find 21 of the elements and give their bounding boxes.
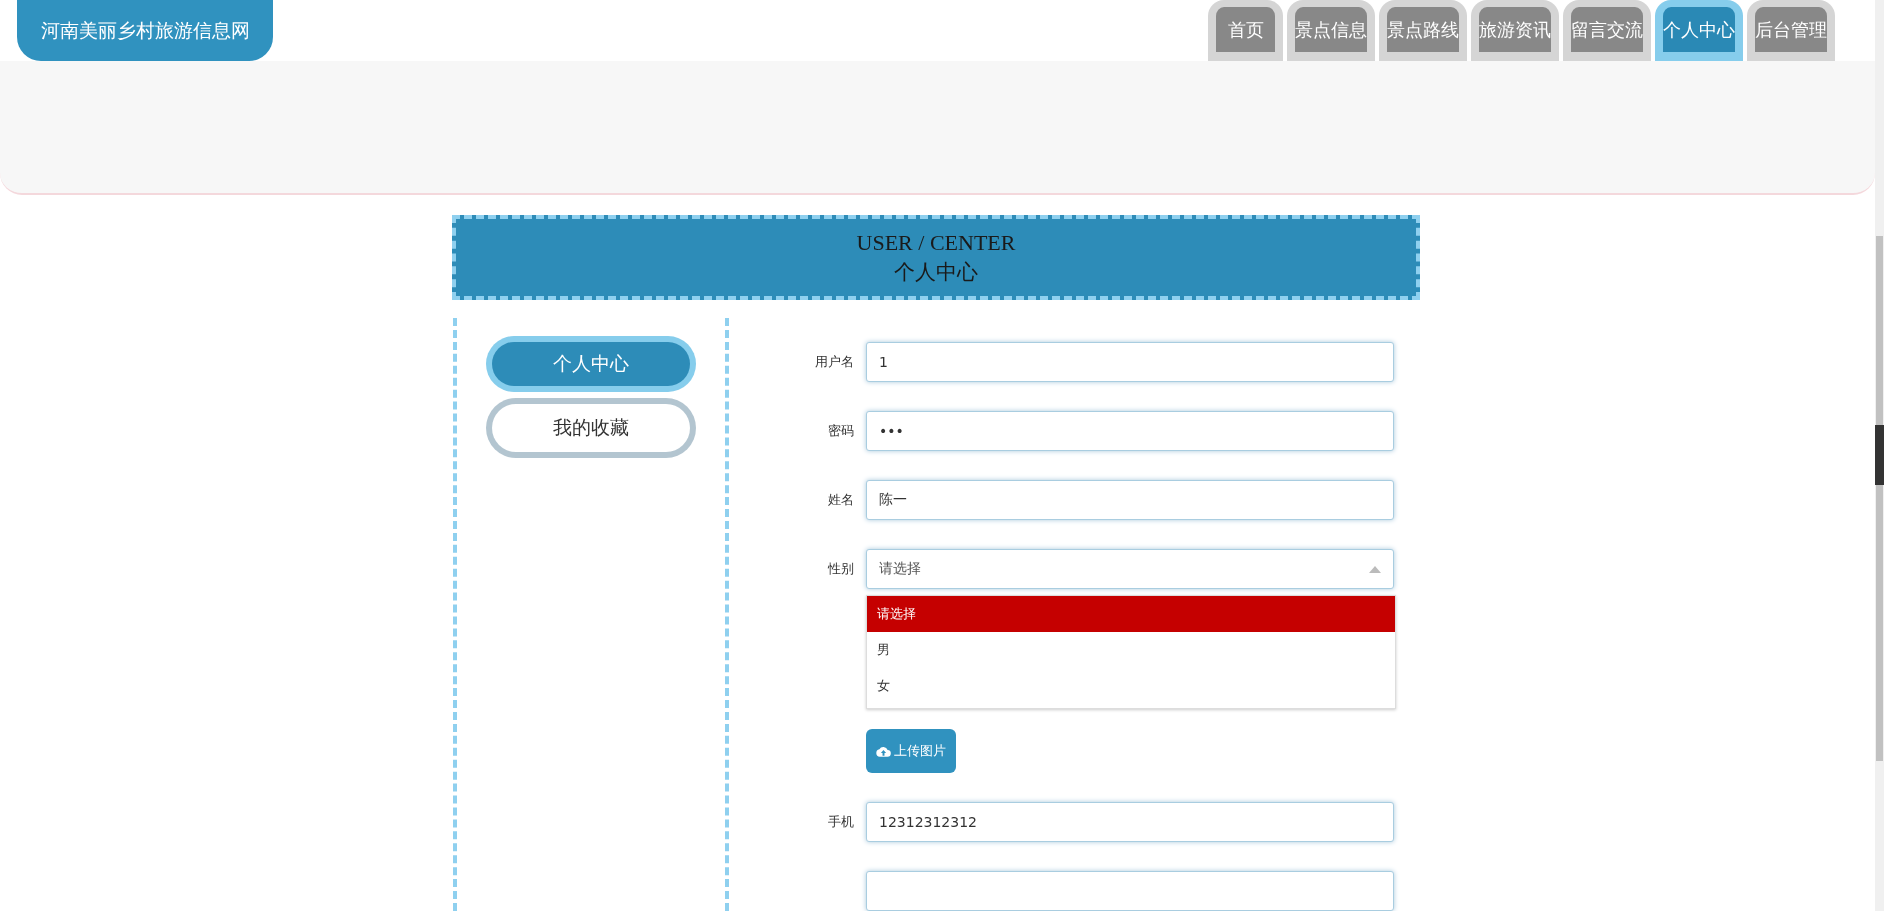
- banner-title: USER / CENTER: [856, 229, 1016, 256]
- input-field[interactable]: 12312312312: [866, 802, 1394, 842]
- field-label: 手机: [827, 813, 855, 831]
- input-field[interactable]: •••: [866, 411, 1394, 451]
- input-field[interactable]: 陈一: [866, 480, 1394, 520]
- select-field[interactable]: 请选择: [866, 549, 1394, 589]
- dropdown-option[interactable]: 男: [867, 632, 1395, 668]
- field-label: 性别: [827, 560, 855, 578]
- dropdown-option[interactable]: 女: [867, 668, 1395, 704]
- cloud-upload-icon: [876, 745, 891, 757]
- input-field[interactable]: 1: [866, 342, 1394, 382]
- site-logo[interactable]: 河南美丽乡村旅游信息网: [17, 0, 273, 61]
- input-field[interactable]: [866, 871, 1394, 911]
- upload-button[interactable]: 上传图片: [866, 729, 956, 773]
- scrollbar[interactable]: [1875, 0, 1884, 911]
- field-label: 用户名: [814, 353, 855, 371]
- caret-icon: [1369, 565, 1381, 573]
- banner-subtitle: 个人中心: [894, 258, 978, 286]
- field-label: 姓名: [827, 491, 855, 509]
- field-label: 密码: [827, 422, 855, 440]
- dropdown-option[interactable]: 请选择: [867, 596, 1395, 632]
